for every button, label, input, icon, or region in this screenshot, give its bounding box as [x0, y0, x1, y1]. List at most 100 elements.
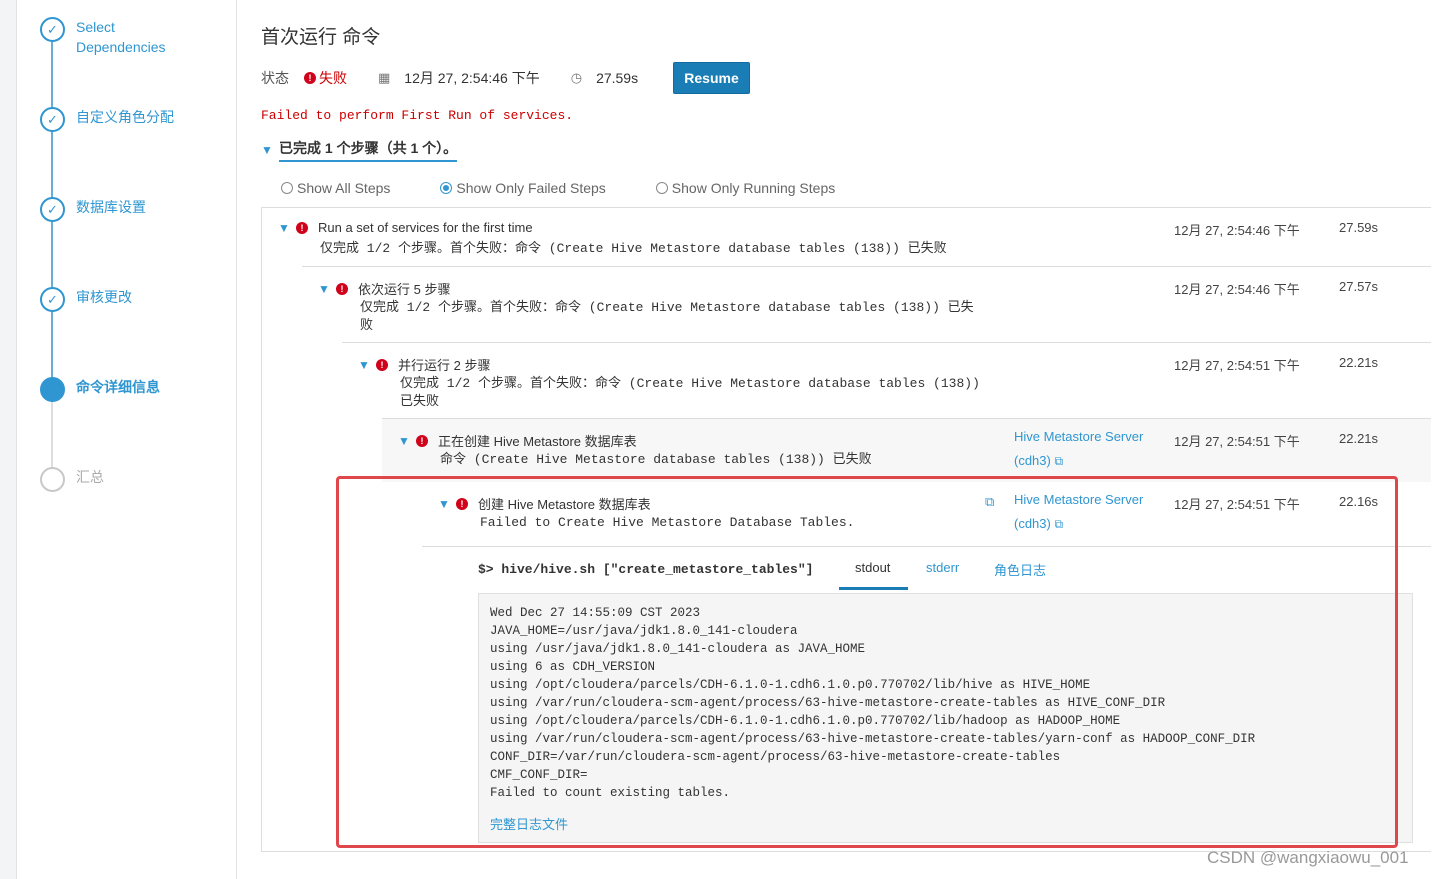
- calendar-icon: ▦: [378, 70, 391, 85]
- error-icon: !: [296, 221, 308, 234]
- step-duration: 22.16s: [1339, 494, 1379, 509]
- step-title: 依次运行 5 步骤: [358, 282, 451, 297]
- external-link-icon[interactable]: ⧉: [985, 494, 994, 510]
- step-duration: 27.59s: [1339, 220, 1379, 235]
- tab-stdout[interactable]: stdout: [855, 560, 890, 575]
- step-duration: 22.21s: [1339, 355, 1379, 370]
- watermark: CSDN @wangxiaowu_001: [1207, 848, 1409, 867]
- wizard-nav: ✓ Select Dependencies ✓ 自定义角色分配 ✓ 数据库设置 …: [17, 0, 237, 879]
- tab-stderr[interactable]: stderr: [926, 560, 959, 575]
- radio-checked-icon: [440, 182, 453, 194]
- wizard-step-command-details[interactable]: 命令详细信息: [40, 377, 186, 402]
- step-duration: 27.57s: [1339, 279, 1379, 294]
- chevron-down-icon: ▼: [358, 357, 370, 372]
- wizard-step-label: 数据库设置: [76, 199, 146, 215]
- chevron-down-icon: ▼: [398, 433, 410, 448]
- step-row: ▼ ! 并行运行 2 步骤 仅完成 1/2 个步骤。首个失败：命令 (Creat…: [342, 342, 1431, 418]
- step-row: ▼ ! 依次运行 5 步骤 仅完成 1/2 个步骤。首个失败：命令 (Creat…: [302, 266, 1431, 342]
- check-icon: ✓: [40, 17, 65, 42]
- step-desc: 仅完成 1/2 个步骤。首个失败：命令 (Create Hive Metasto…: [360, 300, 974, 333]
- check-icon: ✓: [40, 197, 65, 222]
- duration: 27.59s: [596, 70, 639, 86]
- check-icon: ✓: [40, 287, 65, 312]
- step-header[interactable]: ▼ ! 创建 Hive Metastore 数据库表: [438, 494, 651, 513]
- log-line: using /opt/cloudera/parcels/CDH-6.1.0-1.…: [490, 678, 1091, 692]
- log-line: using /opt/cloudera/parcels/CDH-6.1.0-1.…: [490, 714, 1121, 728]
- step-header[interactable]: ▼ ! 并行运行 2 步骤: [358, 355, 490, 374]
- log-line: CMF_CONF_DIR=: [490, 768, 588, 782]
- wizard-step-label: 审核更改: [76, 289, 132, 305]
- external-link-icon: ⧉: [1054, 454, 1064, 468]
- step-header[interactable]: ▼ ! 依次运行 5 步骤: [318, 279, 450, 298]
- steps-summary: 已完成 1 个步骤（共 1 个）。: [279, 138, 458, 162]
- host-name: (cdh3): [1014, 453, 1051, 468]
- error-icon: !: [416, 434, 428, 447]
- log-line: using 6 as CDH_VERSION: [490, 660, 656, 674]
- step-title: Run a set of services for the first time: [318, 220, 533, 235]
- step-time: 12月 27, 2:54:46 下午: [1174, 282, 1300, 297]
- command-text: $> hive/hive.sh ["create_metastore_table…: [478, 562, 814, 577]
- wizard-step-review-changes[interactable]: ✓ 审核更改: [40, 287, 186, 312]
- role-link[interactable]: Hive Metastore Server (cdh3) ⧉: [1014, 488, 1154, 536]
- filter-show-only-failed-steps[interactable]: Show Only Failed Steps: [440, 180, 606, 196]
- step-time: 12月 27, 2:54:46 下午: [1174, 223, 1300, 238]
- step-desc: 命令 (Create Hive Metastore database table…: [440, 452, 872, 467]
- host-name: (cdh3): [1014, 516, 1051, 531]
- chevron-down-icon: ▼: [438, 496, 450, 511]
- status-badge: 失败: [319, 70, 347, 86]
- steps-summary-toggle[interactable]: ▼ 已完成 1 个步骤（共 1 个）。: [261, 138, 458, 162]
- log-output: Wed Dec 27 14:55:09 CST 2023 JAVA_HOME=/…: [478, 593, 1413, 843]
- log-line: using /var/run/cloudera-scm-agent/proces…: [490, 696, 1166, 710]
- step-title: 创建 Hive Metastore 数据库表: [478, 497, 651, 512]
- log-line: CONF_DIR=/var/run/cloudera-scm-agent/pro…: [490, 750, 1061, 764]
- page-title: 首次运行 命令: [261, 27, 381, 48]
- log-line: using /var/run/cloudera-scm-agent/proces…: [490, 732, 1256, 746]
- status-label: 状态: [261, 70, 289, 86]
- error-icon: !: [456, 497, 468, 510]
- step-desc: 仅完成 1/2 个步骤。首个失败：命令 (Create Hive Metasto…: [320, 241, 947, 256]
- role-link[interactable]: Hive Metastore Server (cdh3) ⧉: [1014, 425, 1154, 473]
- filter-show-all-steps[interactable]: Show All Steps: [281, 180, 390, 196]
- check-icon: ✓: [40, 107, 65, 132]
- active-tab-indicator: [839, 587, 908, 590]
- filter-label: Show All Steps: [297, 180, 391, 196]
- tab-role-log[interactable]: 角色日志: [994, 560, 1046, 579]
- role-name: Hive Metastore Server: [1014, 429, 1144, 444]
- step-header[interactable]: ▼ ! Run a set of services for the first …: [278, 220, 533, 235]
- wizard-step-select-dependencies[interactable]: ✓ Select Dependencies: [40, 17, 186, 57]
- chevron-down-icon: ▼: [318, 281, 330, 296]
- filter-label: Show Only Running Steps: [671, 180, 836, 196]
- step-duration: 22.21s: [1339, 431, 1379, 446]
- log-line: JAVA_HOME=/usr/java/jdk1.8.0_141-clouder…: [490, 624, 798, 638]
- wizard-step-summary: 汇总: [40, 467, 186, 492]
- step-title: 正在创建 Hive Metastore 数据库表: [438, 434, 637, 449]
- left-strip: [0, 0, 17, 879]
- full-log-link[interactable]: 完整日志文件: [490, 814, 568, 833]
- filter-show-only-running-steps[interactable]: Show Only Running Steps: [655, 180, 836, 196]
- log-lines: Wed Dec 27 14:55:09 CST 2023 JAVA_HOME=/…: [490, 604, 1401, 802]
- step-desc: Failed to Create Hive Metastore Database…: [480, 515, 855, 530]
- step-title: 并行运行 2 步骤: [398, 358, 491, 373]
- log-line: Wed Dec 27 14:55:09 CST 2023: [490, 606, 701, 620]
- step-row: ▼ ! 正在创建 Hive Metastore 数据库表 命令 (Create …: [382, 418, 1431, 482]
- log-line: using /usr/java/jdk1.8.0_141-cloudera as…: [490, 642, 866, 656]
- main-content: 首次运行 命令 状态 ! 失败 ▦ 12月 27, 2:54:46 下午 ◷ 2…: [261, 0, 1445, 879]
- start-time: 12月 27, 2:54:46 下午: [404, 70, 540, 86]
- log-line: Failed to count existing tables.: [490, 786, 731, 800]
- external-link-icon: ⧉: [1054, 517, 1064, 531]
- chevron-down-icon: ▼: [278, 220, 290, 235]
- role-name: Hive Metastore Server: [1014, 492, 1144, 507]
- step-desc: 仅完成 1/2 个步骤。首个失败：命令 (Create Hive Metasto…: [400, 376, 980, 409]
- step-time: 12月 27, 2:54:51 下午: [1174, 434, 1300, 449]
- error-icon: !: [336, 282, 348, 295]
- pending-step-icon: [40, 467, 65, 492]
- resume-button[interactable]: Resume: [673, 62, 750, 94]
- step-header[interactable]: ▼ ! 正在创建 Hive Metastore 数据库表: [398, 431, 637, 450]
- wizard-step-database-setup[interactable]: ✓ 数据库设置: [40, 197, 186, 222]
- radio-icon: [655, 182, 668, 194]
- step-filters: Show All Steps Show Only Failed Steps Sh…: [281, 180, 885, 196]
- wizard-step-role-assignment[interactable]: ✓ 自定义角色分配: [40, 107, 186, 132]
- chevron-down-icon: ▼: [261, 143, 273, 157]
- active-step-icon: [40, 377, 65, 402]
- failed-message: Failed to perform First Run of services.: [261, 108, 574, 123]
